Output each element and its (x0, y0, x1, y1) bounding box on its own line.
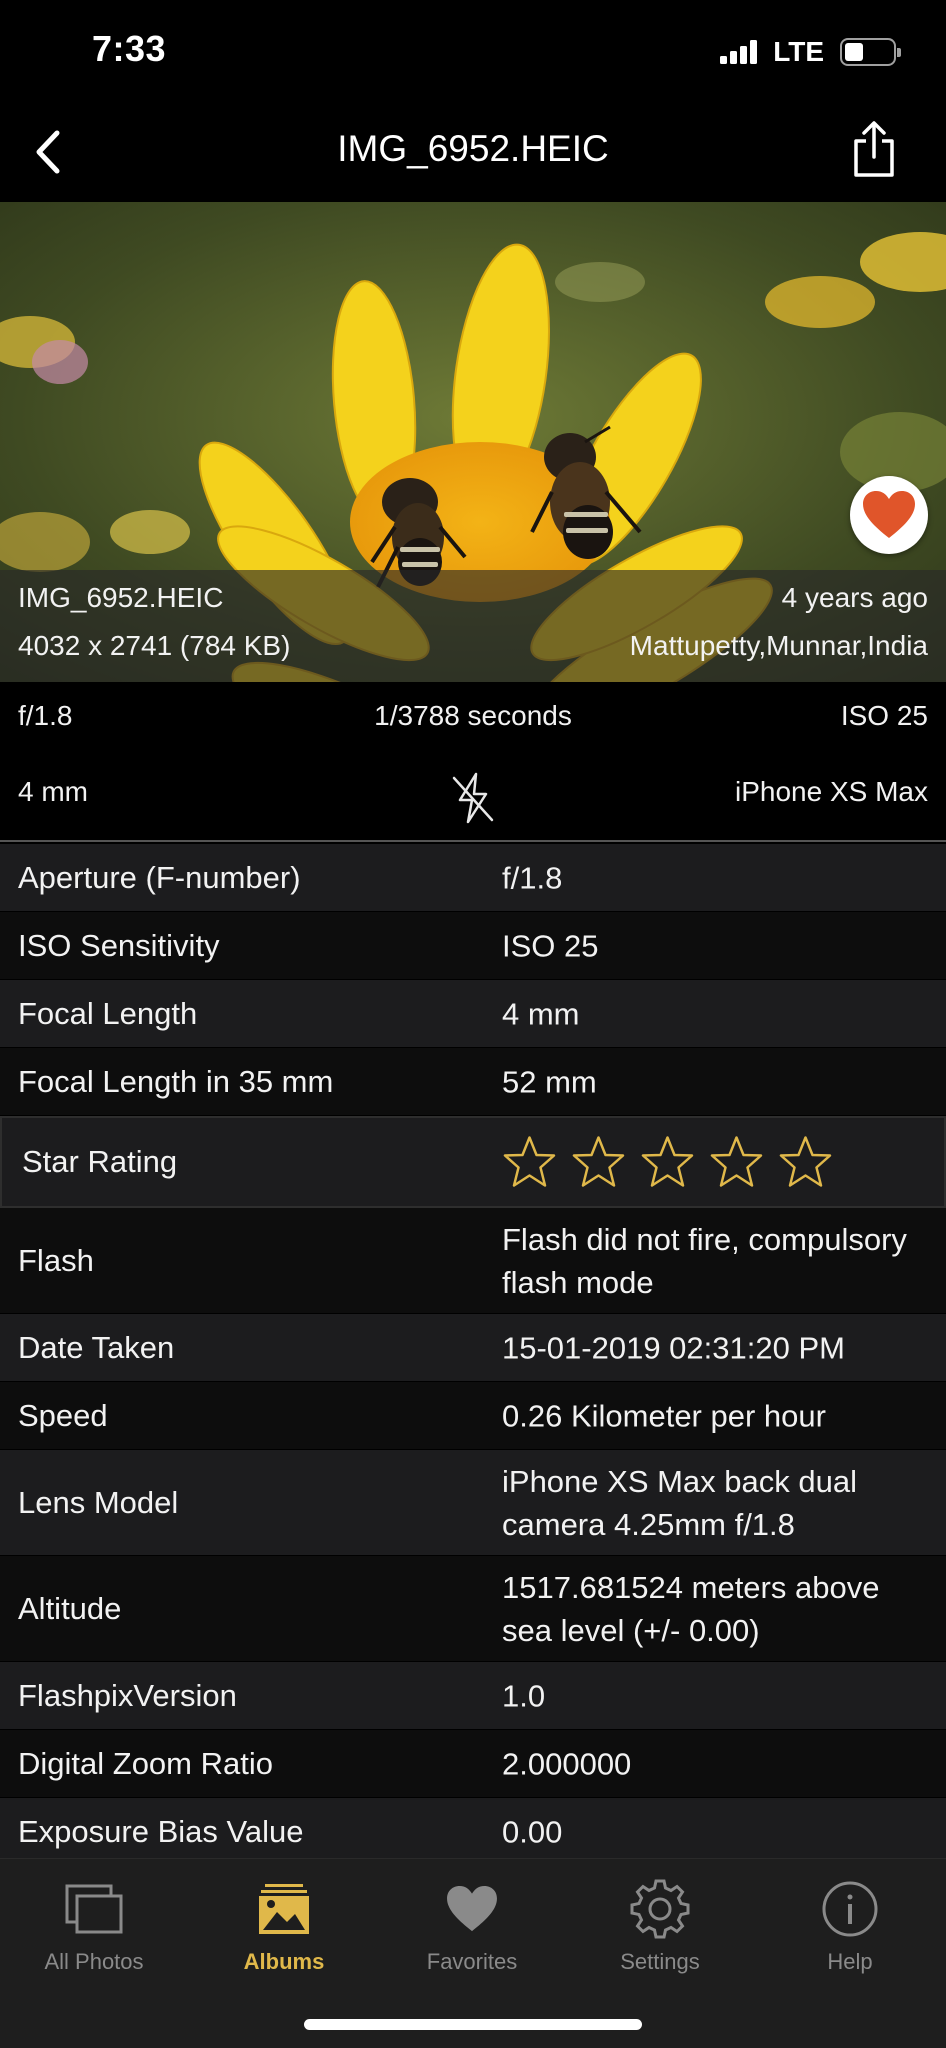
tab-label: All Photos (44, 1949, 144, 1974)
detail-label: Exposure Bias Value (18, 1813, 304, 1849)
star-5-icon[interactable] (778, 1135, 833, 1190)
detail-label: Flash (18, 1242, 94, 1278)
detail-value: 4 mm (502, 996, 580, 1031)
detail-label: Speed (18, 1397, 108, 1433)
detail-value: 0.00 (502, 1814, 563, 1849)
tab-help[interactable]: Help (760, 1877, 940, 1987)
cellular-signal-icon (720, 40, 758, 64)
detail-label: Focal Length (18, 995, 198, 1031)
detail-value: 2.000000 (502, 1746, 632, 1781)
detail-label: Focal Length in 35 mm (18, 1063, 334, 1099)
detail-row-aperture: Aperture (F-number) f/1.8 (0, 844, 946, 912)
album-icon (259, 1884, 309, 1934)
detail-row-date-taken: Date Taken 15-01-2019 02:31:20 PM (0, 1314, 946, 1382)
navigation-bar: IMG_6952.HEIC (0, 100, 946, 202)
detail-row-star-rating: Star Rating (0, 1116, 946, 1208)
detail-row-lens-model: Lens Model iPhone XS Max back dual camer… (0, 1450, 946, 1556)
detail-row-focal-length: Focal Length 4 mm (0, 980, 946, 1048)
detail-row-speed: Speed 0.26 Kilometer per hour (0, 1382, 946, 1450)
star-1-icon[interactable] (502, 1135, 557, 1190)
share-icon (854, 121, 894, 177)
home-indicator[interactable] (304, 2019, 642, 2030)
detail-value: 52 mm (502, 1064, 597, 1099)
tab-favorites[interactable]: Favorites (382, 1877, 562, 1987)
detail-row-altitude: Altitude 1517.681524 meters above sea le… (0, 1556, 946, 1662)
tab-label: Settings (620, 1949, 700, 1974)
info-icon (822, 1881, 878, 1937)
star-4-icon[interactable] (709, 1135, 764, 1190)
tab-label: Albums (243, 1949, 325, 1974)
photo-preview[interactable]: IMG_6952.HEIC 4 years ago 4032 x 2741 (7… (0, 202, 946, 682)
detail-label: Lens Model (18, 1484, 179, 1520)
detail-label: Digital Zoom Ratio (18, 1745, 273, 1781)
detail-value: 1.0 (502, 1678, 546, 1713)
detail-label: Altitude (18, 1590, 122, 1626)
detail-value: ISO 25 (502, 928, 599, 963)
status-indicators: LTE (720, 36, 901, 68)
detail-row-flash: Flash Flash did not fire, compulsory fla… (0, 1208, 946, 1314)
detail-value: 1517.681524 meters above sea level (+/- … (502, 1569, 880, 1648)
flash-off-icon (452, 772, 494, 824)
detail-value: 15-01-2019 02:31:20 PM (502, 1330, 845, 1365)
star-rating (502, 1135, 833, 1190)
detail-value: 0.26 Kilometer per hour (502, 1398, 826, 1433)
details-table: Aperture (F-number) f/1.8 ISO Sensitivit… (0, 844, 946, 1866)
detail-row-digital-zoom: Digital Zoom Ratio 2.000000 (0, 1730, 946, 1798)
quick-device: iPhone XS Max (735, 776, 928, 807)
detail-label: Aperture (F-number) (18, 859, 301, 895)
detail-label: Star Rating (22, 1144, 178, 1179)
tab-bar: All Photos Albums Favorites Settings Hel… (0, 1858, 946, 2048)
photo-location: Mattupetty,Munnar,India (629, 630, 928, 661)
detail-row-flashpix-version: FlashpixVersion 1.0 (0, 1662, 946, 1730)
network-type: LTE (773, 36, 824, 67)
quick-shutter: 1/3788 seconds (374, 700, 572, 731)
photo-info-overlay: IMG_6952.HEIC 4 years ago 4032 x 2741 (7… (0, 570, 946, 682)
gear-icon (630, 1879, 690, 1939)
battery-icon (840, 38, 901, 66)
heart-icon (863, 491, 915, 538)
detail-label: ISO Sensitivity (18, 927, 220, 963)
detail-label: Date Taken (18, 1329, 175, 1365)
tab-settings[interactable]: Settings (570, 1877, 750, 1987)
quick-iso: ISO 25 (840, 700, 928, 731)
star-2-icon[interactable] (571, 1135, 626, 1190)
tab-label: Favorites (426, 1949, 518, 1974)
status-bar: 7:33 LTE (0, 0, 946, 100)
detail-row-focal-35mm: Focal Length in 35 mm 52 mm (0, 1048, 946, 1116)
detail-value: Flash did not fire, compulsory flash mod… (502, 1221, 907, 1300)
status-time: 7:33 (92, 28, 167, 69)
star-3-icon[interactable] (640, 1135, 695, 1190)
heart-icon (447, 1885, 497, 1932)
detail-row-iso: ISO Sensitivity ISO 25 (0, 912, 946, 980)
detail-value: iPhone XS Max back dual camera 4.25mm f/… (502, 1463, 857, 1542)
quick-info-panel: f/1.8 1/3788 seconds ISO 25 4 mm iPhone … (0, 682, 946, 842)
photo-age: 4 years ago (781, 582, 928, 613)
photos-stack-icon (65, 1884, 123, 1934)
share-button[interactable] (842, 118, 906, 182)
detail-row-exposure-bias: Exposure Bias Value 0.00 (0, 1798, 946, 1866)
quick-focal: 4 mm (18, 776, 88, 807)
tab-albums[interactable]: Albums (194, 1877, 374, 1987)
detail-label: FlashpixVersion (18, 1677, 237, 1713)
tab-label: Help (827, 1949, 873, 1974)
tab-all-photos[interactable]: All Photos (4, 1877, 184, 1987)
detail-value: f/1.8 (502, 860, 563, 895)
favorite-button[interactable] (850, 476, 928, 554)
photo-filename: IMG_6952.HEIC (18, 582, 224, 613)
page-title: IMG_6952.HEIC (337, 128, 609, 169)
photo-dimensions: 4032 x 2741 (784 KB) (18, 630, 291, 661)
